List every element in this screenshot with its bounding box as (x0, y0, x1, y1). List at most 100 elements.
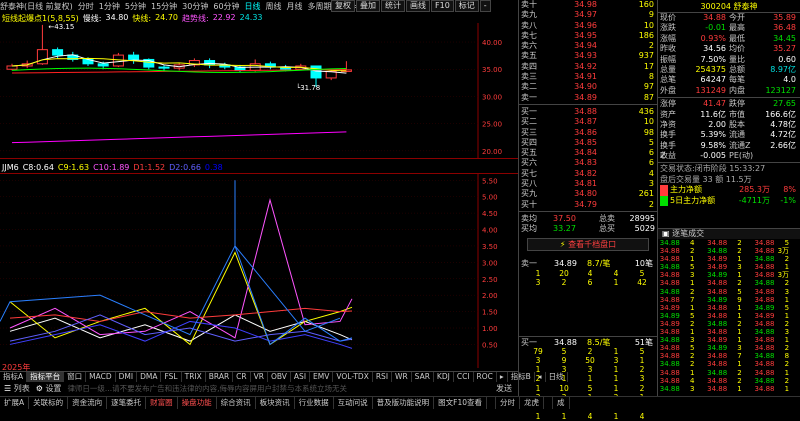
period-tab-5[interactable]: 60分钟 (213, 1, 239, 12)
indicator-tab-2[interactable]: 窗口 (64, 372, 87, 382)
indicator-tab-11[interactable]: OBV (268, 372, 291, 382)
tick-volume: 2 (784, 344, 790, 353)
bottom-tab-12[interactable] (487, 397, 496, 409)
period-tab-9[interactable]: 多周期 (308, 1, 332, 12)
quote-label: 涨停 (660, 99, 676, 109)
indicator-tab-4[interactable]: DMI (116, 372, 138, 382)
tick-volume: 1 (784, 368, 790, 377)
tick-price: 34.88 (659, 384, 680, 393)
book-row: 买七 34.82 4 (519, 169, 657, 179)
indicator-tab-15[interactable]: RSI (373, 372, 393, 382)
quote-value-2: 4.78亿 (770, 119, 796, 129)
tick-gap (694, 369, 705, 377)
tick-price: 34.88 (754, 295, 775, 304)
period-tab-2[interactable]: 5分钟 (125, 1, 146, 12)
indicator-tab-3[interactable]: MACD (86, 372, 116, 382)
indicator-tab-6[interactable]: FSL (161, 372, 182, 382)
tool-tab-4[interactable]: F10 (431, 0, 454, 12)
indicator-tab-9[interactable]: CR (233, 372, 251, 382)
period-tab-4[interactable]: 30分钟 (182, 1, 208, 12)
view-depth-button[interactable]: ⚡ 查看千档盘口 (527, 238, 649, 251)
indicator-tab-18[interactable]: KDJ (434, 372, 454, 382)
book-price: 34.89 (574, 92, 597, 102)
period-tab-0[interactable]: 分时 (78, 1, 94, 12)
tool-tab-6[interactable]: - (479, 0, 491, 12)
bottom-tab-8[interactable]: 行业数据 (295, 397, 334, 409)
bottom-tab-4[interactable]: 财富圈 (146, 397, 178, 409)
bottom-tab-16[interactable]: 成 (553, 397, 570, 409)
tool-tab-0[interactable]: 复权 (331, 0, 355, 12)
depth-row: 1 20 4 4 5 (519, 269, 657, 278)
tick-gap (742, 271, 753, 279)
indicator-tab-21[interactable]: ▸ (497, 372, 508, 382)
book-label: 买七 (521, 168, 537, 178)
period-tab-3[interactable]: 15分钟 (151, 1, 177, 12)
bottom-tab-15[interactable] (544, 397, 553, 409)
tool-tab-5[interactable]: 标记 (454, 0, 479, 12)
sub-item-2: C10:1.89 (93, 163, 129, 173)
tool-tab-3[interactable]: 画线 (406, 0, 430, 12)
main-axis-tick: 35.00 (482, 66, 502, 74)
bottom-tab-6[interactable]: 综合资讯 (217, 397, 256, 409)
period-tab-8[interactable]: 月线 (287, 1, 303, 12)
bottom-tab-3[interactable]: 逐笔委托 (107, 397, 147, 409)
indicator-tab-16[interactable]: WR (392, 372, 412, 382)
tick-volume: 5 (689, 311, 695, 320)
tick-volume: 5 (784, 303, 790, 312)
book-label: 卖十 (521, 0, 537, 9)
tick-price: 34.88 (754, 368, 775, 377)
five-day-flow: 5日主力净额 -4711万 -1% (658, 195, 800, 207)
list-button[interactable]: ☰ 列表 (4, 383, 30, 394)
sub-axis-tick: 3.50 (482, 243, 498, 251)
indicator-tab-19[interactable]: CCI (454, 372, 474, 382)
bottom-tab-11[interactable]: 图文F10查看 (434, 397, 487, 409)
quote-label: 总笔 (660, 75, 676, 85)
bottom-tab-2[interactable]: 资金流向 (68, 397, 108, 409)
settings-button[interactable]: ⚙ 设置 (36, 383, 62, 394)
period-tab-7[interactable]: 周线 (266, 1, 282, 12)
bottom-tab-10[interactable]: 普及版功能说明 (373, 397, 435, 409)
bottom-tab-0[interactable]: 扩展A (0, 397, 30, 409)
tick-volume: 4 (689, 376, 695, 385)
depth-sell-grid: 1 20 4 4 5 3 2 6 1 42 (519, 269, 657, 288)
indicator-tab-1[interactable]: 指标平台 (27, 372, 65, 382)
indicator-tab-10[interactable]: VR (251, 372, 268, 382)
indicator-tab-20[interactable]: ROC (474, 372, 497, 382)
tick-gap (694, 352, 705, 360)
indicator-tab-8[interactable]: BRAR (206, 372, 234, 382)
book-label: 卖七 (521, 30, 537, 40)
period-tab-1[interactable]: 1分钟 (99, 1, 120, 12)
send-button[interactable]: 发送 (496, 383, 518, 394)
indicator-tab-17[interactable]: SAR (412, 372, 434, 382)
tick-price: 34.88 (707, 239, 728, 247)
tick-price: 34.89 (707, 255, 728, 264)
book-volume: 10 (643, 20, 654, 30)
kline-chart[interactable]: 40.00 35.00 30.00 25.00 20.00 ←43.15 └31.78 (0, 23, 518, 159)
tool-tab-2[interactable]: 统计 (381, 0, 405, 12)
indicator-tab-7[interactable]: TRIX (182, 372, 206, 382)
indicator-tab-13[interactable]: EMV (310, 372, 334, 382)
tick-gap (742, 255, 753, 263)
period-tab-6[interactable]: 日线 (245, 1, 261, 12)
bottom-tab-9[interactable]: 互动问说 (334, 397, 373, 409)
tick-header: ▣ 逐笔成交 (658, 229, 800, 239)
sub-indicator-chart[interactable]: 5.50 5.00 4.50 4.00 3.50 3.00 2.50 2.00 1.50 1.00… (0, 173, 518, 368)
depth-cell: 1 (613, 346, 619, 356)
tick-price: 34.88 (707, 279, 728, 288)
sub-axis-tick: 5.00 (482, 194, 498, 202)
bottom-tab-13[interactable]: 分时 (496, 397, 520, 409)
quote-label: 涨跌 (660, 23, 676, 33)
indicator-tab-5[interactable]: DMA (137, 372, 162, 382)
indicator-tab-0[interactable]: 指标A (0, 372, 28, 382)
bottom-tab-1[interactable]: 关联标的 (29, 397, 69, 409)
quote-label-2: 内盘 (729, 85, 745, 95)
indicator-tab-12[interactable]: ASI (291, 372, 311, 382)
tool-tab-1[interactable]: 叠加 (356, 0, 380, 12)
indicator-tab-14[interactable]: VOL-TDX (333, 372, 373, 382)
bottom-tab-14[interactable]: 龙虎 (520, 397, 544, 409)
bottom-tab-5[interactable]: 操盘功能 (178, 397, 217, 409)
bottom-tab-7[interactable]: 板块资讯 (256, 397, 295, 409)
book-row: 买三 34.86 98 (519, 128, 657, 138)
candle (52, 49, 64, 56)
chat-input[interactable]: 律师日一级...请不要发布广告和违法律的内容,侮辱内容屏用户封禁与本系统立场无关 (67, 383, 490, 394)
